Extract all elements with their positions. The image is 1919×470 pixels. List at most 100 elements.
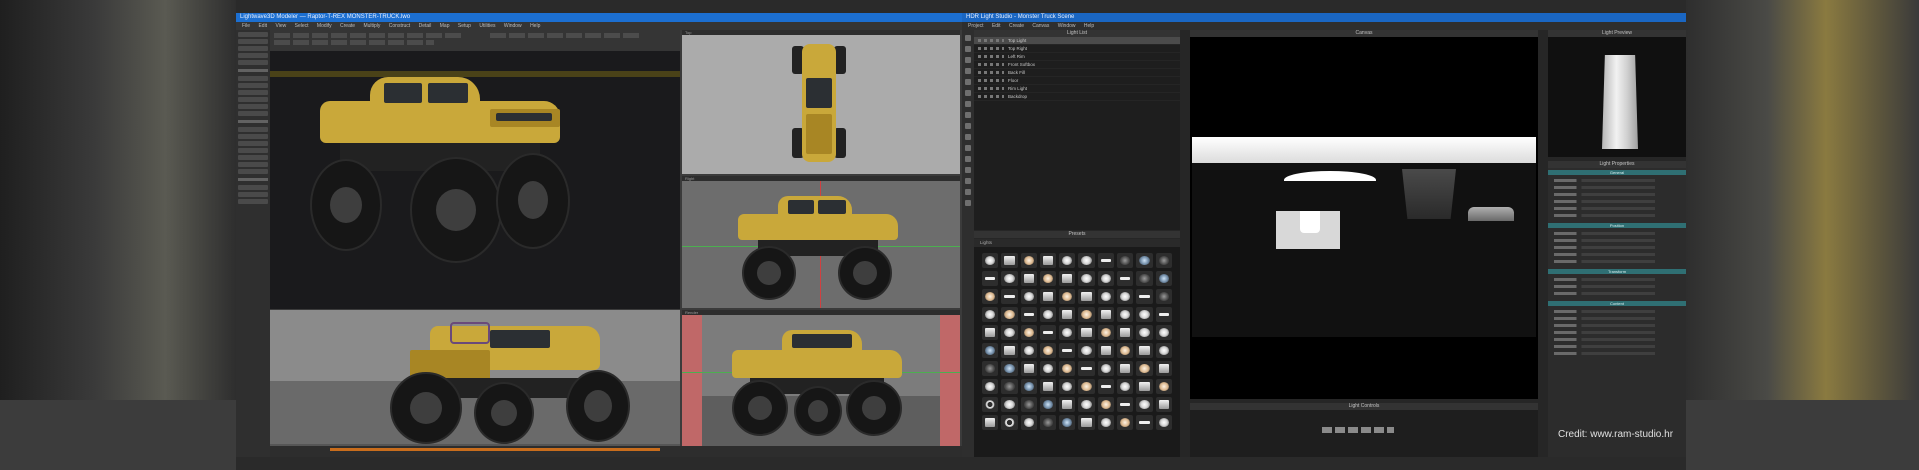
preset-thumbnail[interactable] — [1020, 307, 1037, 322]
tool-icon[interactable] — [965, 79, 971, 85]
property-row[interactable] — [1554, 232, 1680, 235]
tool-button[interactable] — [238, 97, 268, 102]
preset-thumbnail[interactable] — [1001, 325, 1018, 340]
properties-section[interactable]: General — [1548, 170, 1686, 175]
tool-button[interactable] — [238, 148, 268, 153]
preset-thumbnail[interactable] — [1155, 379, 1172, 394]
light-list-item[interactable]: Front Softbox — [974, 61, 1180, 69]
property-row[interactable] — [1554, 338, 1680, 341]
preset-thumbnail[interactable] — [1078, 379, 1095, 394]
preset-thumbnail[interactable] — [1117, 307, 1134, 322]
tool-button[interactable] — [238, 60, 268, 65]
preset-thumbnail[interactable] — [1001, 307, 1018, 322]
preset-thumbnail[interactable] — [1039, 343, 1057, 358]
property-row[interactable] — [1554, 253, 1680, 256]
property-row[interactable] — [1554, 352, 1680, 355]
preset-thumbnail[interactable] — [1097, 361, 1115, 376]
preset-thumbnail[interactable] — [1155, 307, 1172, 322]
preset-thumbnail[interactable] — [1136, 253, 1153, 268]
light-list-item[interactable]: Left Rim — [974, 53, 1180, 61]
preset-thumbnail[interactable] — [982, 361, 999, 376]
light-list-item[interactable]: Rim Light — [974, 85, 1180, 93]
render-viewport[interactable]: Render — [682, 310, 960, 446]
preset-thumbnail[interactable] — [1136, 307, 1153, 322]
preset-thumbnail[interactable] — [1097, 271, 1115, 286]
property-row[interactable] — [1554, 331, 1680, 334]
preset-thumbnail[interactable] — [1136, 397, 1153, 412]
preset-thumbnail[interactable] — [1097, 307, 1115, 322]
menu-item[interactable]: Map — [440, 23, 450, 29]
tool-icon[interactable] — [965, 167, 971, 173]
tool-icon[interactable] — [965, 90, 971, 96]
tool-button[interactable] — [238, 155, 268, 160]
preset-thumbnail[interactable] — [1059, 397, 1076, 412]
property-row[interactable] — [1554, 292, 1680, 295]
property-row[interactable] — [1554, 186, 1680, 189]
tool-icon[interactable] — [965, 68, 971, 74]
menu-item[interactable]: Window — [1058, 23, 1076, 29]
top-viewport[interactable]: Top — [682, 30, 960, 174]
tool-button[interactable] — [238, 169, 268, 174]
preset-thumbnail[interactable] — [1155, 415, 1172, 430]
preset-thumbnail[interactable] — [1117, 397, 1134, 412]
rim-light[interactable] — [1468, 207, 1514, 221]
tool-icon[interactable] — [965, 178, 971, 184]
preset-thumbnail[interactable] — [1020, 289, 1037, 304]
light-list-item[interactable]: Top Right — [974, 45, 1180, 53]
tool-button[interactable] — [238, 111, 268, 116]
preset-thumbnail[interactable] — [1097, 325, 1115, 340]
side-viewport[interactable]: Right — [682, 176, 960, 308]
preset-thumbnail[interactable] — [1001, 397, 1018, 412]
perspective-viewport[interactable] — [270, 51, 680, 309]
preset-thumbnail[interactable] — [1097, 289, 1115, 304]
tool-icon[interactable] — [965, 189, 971, 195]
preset-thumbnail[interactable] — [1117, 343, 1134, 358]
viewport-toolbar-buttons[interactable] — [274, 33, 464, 38]
property-row[interactable] — [1554, 193, 1680, 196]
preset-thumbnail[interactable] — [982, 289, 999, 304]
property-row[interactable] — [1554, 179, 1680, 182]
preset-thumbnail[interactable] — [1117, 289, 1134, 304]
tool-icon[interactable] — [965, 134, 971, 140]
preset-thumbnail[interactable] — [982, 379, 999, 394]
tool-button[interactable] — [238, 185, 268, 190]
menu-item[interactable]: Canvas — [1032, 23, 1049, 29]
property-row[interactable] — [1554, 246, 1680, 249]
preset-thumbnail[interactable] — [982, 325, 999, 340]
tool-icon[interactable] — [965, 35, 971, 41]
preset-thumbnail[interactable] — [1001, 253, 1018, 268]
preset-thumbnail[interactable] — [1097, 397, 1115, 412]
preset-thumbnail[interactable] — [1155, 325, 1172, 340]
menu-item[interactable]: Project — [968, 23, 984, 29]
menu-item[interactable]: Construct — [389, 23, 410, 29]
preset-thumbnail[interactable] — [1001, 271, 1018, 286]
preset-thumbnail[interactable] — [1059, 361, 1076, 376]
preset-thumbnail[interactable] — [1078, 307, 1095, 322]
preset-thumbnail[interactable] — [1001, 343, 1018, 358]
property-row[interactable] — [1554, 317, 1680, 320]
light-control-buttons[interactable] — [1322, 427, 1394, 433]
preset-thumbnail[interactable] — [1001, 415, 1018, 430]
menu-item[interactable]: Detail — [419, 23, 432, 29]
property-row[interactable] — [1554, 239, 1680, 242]
preset-thumbnail[interactable] — [1020, 325, 1037, 340]
preset-thumbnail[interactable] — [1155, 271, 1172, 286]
tool-icon[interactable] — [965, 46, 971, 52]
preset-thumbnail[interactable] — [1020, 397, 1037, 412]
preset-thumbnail[interactable] — [1001, 379, 1018, 394]
preset-thumbnail[interactable] — [1136, 325, 1153, 340]
preset-thumbnail[interactable] — [982, 253, 999, 268]
preset-thumbnail[interactable] — [1039, 307, 1057, 322]
preset-thumbnail[interactable] — [1039, 253, 1057, 268]
preset-thumbnail[interactable] — [1117, 361, 1134, 376]
tool-icon[interactable] — [965, 112, 971, 118]
tool-button[interactable] — [238, 46, 268, 51]
preset-thumbnail[interactable] — [982, 397, 999, 412]
property-row[interactable] — [1554, 310, 1680, 313]
tool-button[interactable] — [238, 83, 268, 88]
preset-thumbnail[interactable] — [1155, 253, 1172, 268]
preset-thumbnail[interactable] — [1020, 253, 1037, 268]
front-light[interactable] — [1276, 211, 1340, 249]
preset-thumbnail[interactable] — [1039, 361, 1057, 376]
camera-viewport[interactable] — [270, 310, 680, 446]
